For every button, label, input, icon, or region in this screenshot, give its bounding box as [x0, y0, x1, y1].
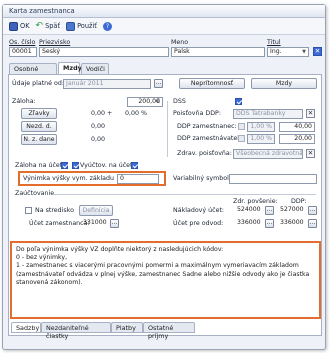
tab-other-income[interactable]: Ostatné príjmy — [143, 322, 195, 340]
deduction-value-3: 0,00 — [91, 136, 106, 143]
ddp-employer-percent[interactable]: 1,00 % — [247, 134, 275, 144]
toolbar: OK ↶ Späť Použiť ? — [3, 18, 325, 35]
cost-account-ddp-picker[interactable]: ... — [308, 206, 317, 215]
nontaxable-button[interactable]: Nezd. d. — [21, 121, 57, 132]
health-insurer-label: Zdrav. poisťovňa: — [177, 150, 232, 157]
absence-button[interactable]: Neprítomnosť — [179, 78, 245, 89]
wages-button[interactable]: Mzdy — [251, 78, 317, 89]
settlement-account-label: Vyúčtov. na účet — [80, 162, 133, 169]
ok-button[interactable]: OK — [9, 21, 30, 31]
firstname-label: Meno — [171, 39, 189, 46]
cost-account-health-picker[interactable]: ... — [265, 206, 274, 215]
surname-label: Priezvisko — [39, 39, 71, 46]
ddp-employee-checkbox[interactable] — [238, 123, 245, 130]
window-title: Karta zamestnanca — [3, 5, 325, 18]
deduction-percent-1: 0,00 % — [125, 110, 148, 117]
tax-button[interactable]: N. z. dane — [21, 134, 57, 145]
health-insurer-field[interactable]: Všeobecná zdravotná — [233, 149, 303, 159]
firstname-field[interactable]: Palsk — [171, 47, 265, 57]
title-label: Titul — [267, 39, 281, 46]
title-select[interactable]: Ing. ▼ — [267, 47, 309, 57]
tax-account-ddp-field[interactable]: 336000 — [278, 219, 306, 229]
ddp-insurer-field[interactable]: DDS Tatrabanky — [233, 109, 303, 119]
chevron-down-icon: ▼ — [302, 49, 306, 55]
center-checkbox[interactable] — [25, 207, 32, 214]
tax-account-health-field[interactable]: 336000 — [235, 219, 263, 229]
deduction-value-1: 0,00 + — [91, 110, 113, 117]
ddp-employee-amount[interactable]: 40,00 — [279, 122, 315, 132]
accounting-separator — [53, 194, 316, 195]
cost-account-label: Nákladový účet: — [173, 207, 225, 214]
tab-rates[interactable]: Sadzby — [11, 322, 41, 333]
settlement-account-checkbox-2[interactable] — [131, 162, 138, 169]
tab-nontaxable[interactable]: Nezdaniteľné čiastky — [41, 322, 111, 340]
cost-account-health-field[interactable]: 524000 — [235, 206, 263, 216]
dss-label: DSS — [173, 98, 186, 105]
ddp-employee-percent[interactable]: 1,00 % — [247, 122, 275, 132]
employee-number-field[interactable]: 00001 — [9, 47, 37, 57]
note-line-3: 1 - zamestnanec s viacerými pracovnými p… — [16, 262, 310, 286]
employee-account-field[interactable]: 331000 — [81, 219, 107, 229]
clear-insurer-button[interactable]: ✕ — [306, 109, 315, 118]
ddp-employer-checkbox[interactable] — [238, 135, 245, 142]
employee-card-window: Karta zamestnanca OK ↶ Späť Použiť ? Os.… — [2, 4, 326, 350]
accounting-label: Zaúčtovanie — [15, 190, 55, 197]
save-icon — [9, 21, 18, 31]
employee-account-picker[interactable]: ... — [110, 219, 119, 228]
tax-account-ddp-picker[interactable]: ... — [308, 219, 317, 228]
discounts-button[interactable]: Zľavky — [21, 108, 57, 119]
health-column-header: Zdr. povšenie: — [233, 198, 278, 205]
vz-exception-field[interactable]: 0 — [117, 174, 159, 184]
ddp-column-header: DDP: — [291, 198, 307, 205]
exception-codes-note: Do poľa výnimka výšky VZ doplňte niektor… — [10, 241, 321, 319]
deduction-label: Záloha: — [12, 98, 36, 105]
ddp-employer-label: DDP zamestnávateľ: — [177, 135, 242, 142]
clear-health-insurer-button[interactable]: ✕ — [306, 149, 315, 158]
deduction-value-2: 0,00 — [91, 123, 106, 130]
tab-wages[interactable]: Mzdy — [58, 62, 82, 74]
column-divider — [167, 101, 168, 157]
dss-checkbox[interactable] — [235, 98, 242, 105]
surname-field[interactable]: Šeský — [39, 47, 169, 57]
advance-account-label: Záloha na účet — [15, 162, 63, 169]
apply-icon — [66, 21, 76, 31]
tab-payments[interactable]: Platby — [111, 322, 143, 333]
apply-button[interactable]: Použiť — [66, 21, 97, 31]
settlement-account-checkbox[interactable] — [72, 162, 79, 169]
undo-icon: ↶ — [35, 20, 44, 31]
note-line-1: Do poľa výnimka výšky VZ doplňte niektor… — [16, 246, 224, 253]
employee-number-label: Os. číslo — [9, 39, 36, 46]
tax-account-health-picker[interactable]: ... — [265, 219, 274, 228]
cost-account-ddp-field[interactable]: 527000 — [278, 206, 306, 216]
center-label: Na stredisko — [35, 207, 74, 214]
tab-personal[interactable]: Osobné údaje — [9, 63, 57, 81]
back-button[interactable]: ↶ Späť — [35, 20, 61, 31]
ddp-employee-label: DDP zamestnanec: — [177, 123, 237, 130]
variable-symbol-field[interactable] — [229, 174, 317, 184]
ddp-employer-amount[interactable]: 20,00 — [279, 134, 315, 144]
tax-account-label: Účet pre odvod: — [173, 220, 224, 227]
help-button[interactable]: ? — [102, 21, 112, 31]
variable-symbol-label: Variabilný symbol — [173, 175, 229, 182]
tab-drivers[interactable]: Vodiči — [81, 63, 109, 74]
valid-from-field[interactable]: Január 2011 — [63, 79, 151, 89]
valid-from-picker-button[interactable]: ... — [154, 79, 163, 88]
vz-exception-label: Výnimka výšky vym. základu — [23, 175, 115, 182]
ddp-insurer-label: Poisťovňa DDP: — [173, 110, 221, 117]
definition-button[interactable]: Definícia — [79, 205, 113, 216]
valid-from-label: Údaje platné od: — [12, 80, 65, 87]
help-icon: ? — [102, 21, 112, 31]
currency-suffix: € — [156, 98, 161, 105]
advance-account-checkbox[interactable] — [61, 162, 68, 169]
clear-title-button[interactable]: ✕ — [313, 47, 322, 56]
